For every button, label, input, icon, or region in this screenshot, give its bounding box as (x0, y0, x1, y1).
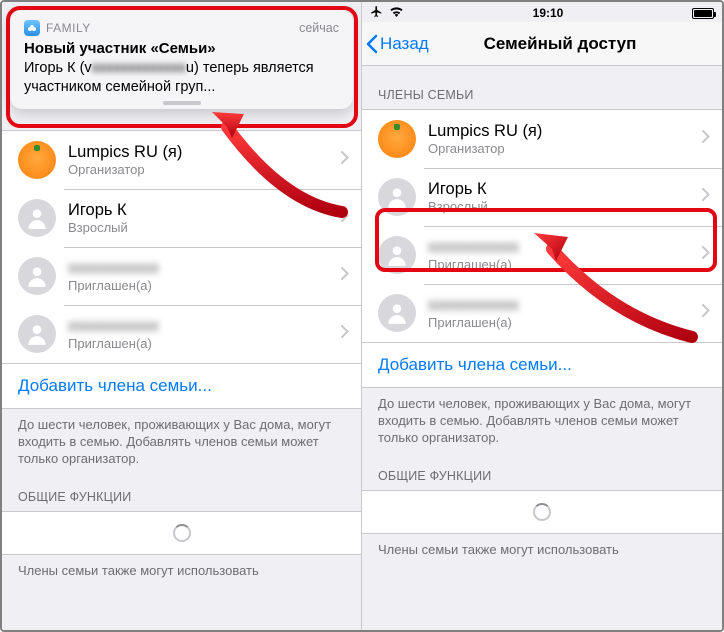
member-row-organizer[interactable]: Lumpics RU (я) Организатор (362, 110, 722, 168)
member-role: Приглашен(а) (428, 315, 702, 331)
add-member-link[interactable]: Добавить члена семьи... (362, 343, 722, 388)
chevron-right-icon (341, 267, 349, 285)
battery-icon (692, 8, 714, 19)
footer-note-2: Члены семьи также могут использовать (2, 555, 361, 580)
member-name-blurred: xxxxxxxxxxx (428, 237, 702, 258)
member-name: Lumpics RU (я) (68, 142, 341, 163)
member-row-invited[interactable]: xxxxxxxxxxx Приглашен(а) (362, 284, 722, 342)
shared-section-header: ОБЩИЕ ФУНКЦИИ (2, 468, 361, 511)
member-row-invited[interactable]: xxxxxxxxxxx Приглашен(а) (2, 247, 361, 305)
add-member-link[interactable]: Добавить члена семьи... (2, 364, 361, 409)
chevron-right-icon (702, 188, 710, 206)
airplane-mode-icon (370, 5, 383, 21)
chevron-right-icon (702, 304, 710, 322)
loading-row (362, 490, 722, 534)
nav-title: Семейный доступ (448, 34, 637, 54)
chevron-right-icon (341, 325, 349, 343)
back-label: Назад (380, 34, 429, 54)
member-name-blurred: xxxxxxxxxxx (68, 258, 341, 279)
loading-row (2, 511, 361, 555)
shared-section-header: ОБЩИЕ ФУНКЦИИ (362, 447, 722, 490)
member-role: Организатор (68, 162, 341, 178)
family-app-icon (24, 20, 40, 36)
statusbar-time: 19:10 (533, 6, 564, 20)
member-role: Взрослый (428, 199, 702, 215)
right-screenshot: 19:10 Назад Семейный доступ ЧЛЕНЫ СЕМЬИ … (362, 2, 722, 630)
member-row-invited[interactable]: xxxxxxxxxxx Приглашен(а) (2, 305, 361, 363)
left-screenshot: Lumpics RU (я) Организатор Игорь К Взрос… (2, 2, 362, 630)
member-role: Организатор (428, 141, 702, 157)
member-row-igor[interactable]: Игорь К Взрослый (2, 189, 361, 247)
chevron-right-icon (702, 130, 710, 148)
footer-note: До шести человек, проживающих у Вас дома… (2, 409, 361, 468)
member-role: Приглашен(а) (68, 278, 341, 294)
notification-app-name: FAMILY (46, 21, 91, 35)
notification-banner[interactable]: FAMILY сейчас Новый участник «Семьи» Иго… (10, 10, 353, 109)
notification-body: Игорь К (vxxxxxxxxxxxxxu) теперь являетс… (24, 59, 339, 97)
members-list: Lumpics RU (я) Организатор Игорь К Взрос… (362, 109, 722, 343)
member-name-blurred: xxxxxxxxxxx (68, 316, 341, 337)
avatar-silhouette-icon (378, 178, 416, 216)
spinner-icon (533, 503, 551, 521)
member-row-igor[interactable]: Игорь К Взрослый (362, 168, 722, 226)
nav-bar: Назад Семейный доступ (362, 22, 722, 66)
spinner-icon (173, 524, 191, 542)
notification-app: FAMILY (24, 20, 91, 36)
member-row-invited[interactable]: xxxxxxxxxxx Приглашен(а) (362, 226, 722, 284)
member-name: Игорь К (428, 179, 702, 200)
avatar-silhouette-icon (18, 257, 56, 295)
member-name-blurred: xxxxxxxxxxx (428, 295, 702, 316)
member-name: Lumpics RU (я) (428, 121, 702, 142)
members-list: Lumpics RU (я) Организатор Игорь К Взрос… (2, 130, 361, 364)
chevron-right-icon (702, 246, 710, 264)
member-name: Игорь К (68, 200, 341, 221)
member-role: Приглашен(а) (68, 336, 341, 352)
wifi-icon (389, 6, 404, 20)
avatar-lumpics (18, 141, 56, 179)
avatar-silhouette-icon (378, 294, 416, 332)
chevron-right-icon (341, 209, 349, 227)
avatar-silhouette-icon (18, 199, 56, 237)
notification-title: Новый участник «Семьи» (24, 40, 339, 57)
member-role: Взрослый (68, 220, 341, 236)
back-button[interactable]: Назад (366, 34, 429, 54)
members-section-header: ЧЛЕНЫ СЕМЬИ (362, 66, 722, 109)
notification-handle[interactable] (163, 101, 201, 105)
notification-time: сейчас (299, 21, 339, 35)
avatar-silhouette-icon (378, 236, 416, 274)
chevron-right-icon (341, 151, 349, 169)
member-role: Приглашен(а) (428, 257, 702, 273)
status-bar: 19:10 (362, 2, 722, 22)
avatar-lumpics (378, 120, 416, 158)
member-row-organizer[interactable]: Lumpics RU (я) Организатор (2, 131, 361, 189)
footer-note: До шести человек, проживающих у Вас дома… (362, 388, 722, 447)
footer-note-2: Члены семьи также могут использовать (362, 534, 722, 559)
avatar-silhouette-icon (18, 315, 56, 353)
